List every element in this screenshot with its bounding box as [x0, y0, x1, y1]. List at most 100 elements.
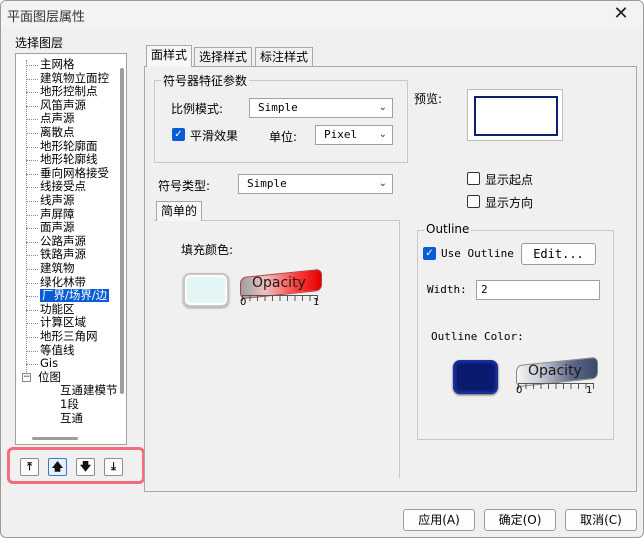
fill-opacity-ticks [242, 295, 318, 301]
use-outline-checkbox[interactable]: ✓ [423, 247, 436, 260]
symbol-type-select[interactable]: Simple ⌄ [238, 174, 393, 194]
tree-vertical-scrollbar[interactable] [120, 68, 124, 394]
layer-tree-item[interactable]: 线声源 [40, 194, 75, 207]
outline-opacity-min: 0 [516, 385, 523, 396]
use-outline-label: Use Outline [441, 247, 514, 260]
scale-mode-select[interactable]: Simple ⌄ [249, 98, 393, 118]
move-bottom-icon: ⤓ [111, 460, 116, 473]
layer-tree-item[interactable]: 1段 [60, 398, 79, 411]
layer-tree-item[interactable]: 绿化林带 [40, 275, 86, 289]
outline-edit-button[interactable]: Edit... [521, 243, 596, 265]
tree-connector [26, 105, 38, 107]
move-bottom-button[interactable]: ⤓ [104, 458, 123, 476]
tree-connector [26, 228, 38, 230]
ok-button[interactable]: 确定(O) [484, 509, 556, 531]
tree-connector [26, 255, 38, 257]
chevron-down-icon: ⌄ [378, 102, 387, 113]
collapse-icon[interactable]: − [22, 372, 31, 382]
symbol-type-label: 符号类型: [158, 179, 211, 193]
fill-opacity-slider[interactable]: Opacity 0 1 [240, 268, 322, 308]
tab-label-style[interactable]: 标注样式 [255, 47, 314, 67]
outline-opacity-text: Opacity [528, 363, 582, 379]
smooth-checkbox[interactable]: ✓ [172, 128, 185, 141]
tab-face-style[interactable]: 面样式 [146, 45, 193, 67]
unit-label: 单位: [269, 130, 298, 144]
tab-simple[interactable]: 简单的 [156, 201, 203, 221]
layer-tree-item[interactable]: 铁路声源 [40, 248, 86, 261]
cancel-button[interactable]: 取消(C) [565, 509, 637, 531]
symbol-type-value: Simple [247, 177, 287, 190]
show-direction-checkbox[interactable] [467, 195, 480, 208]
layer-tree-item[interactable]: 公路声源 [40, 234, 86, 248]
unit-value: Pixel [324, 128, 358, 141]
tree-connector [26, 337, 38, 338]
layer-tree-item[interactable]: 面声源 [40, 221, 75, 234]
width-input[interactable]: 2 [476, 280, 600, 300]
move-top-button[interactable]: ⤒ [20, 458, 39, 476]
tree-connector [26, 201, 38, 202]
tree-connector [26, 350, 38, 352]
layer-tree-item[interactable]: 位图 [38, 370, 61, 384]
scale-mode-label: 比例模式: [171, 102, 224, 116]
preview-box [467, 89, 563, 141]
unit-select[interactable]: Pixel ⌄ [315, 125, 393, 145]
tree-connector [26, 214, 38, 216]
tree-connector [26, 119, 38, 121]
tab-select-style[interactable]: 选择样式 [194, 47, 253, 67]
layer-tree-item[interactable]: 地形轮廓线 [40, 153, 98, 166]
move-up-button[interactable]: 🡅 [48, 458, 67, 476]
outline-opacity-slider[interactable]: Opacity 0 1 [516, 356, 598, 396]
layer-tree-item[interactable]: 互通建模节 [60, 384, 118, 397]
layer-tree-item[interactable]: 建筑物立面控 [40, 71, 109, 85]
show-start-label: 显示起点 [485, 173, 534, 187]
symbol-params-title: 符号器特征参数 [161, 72, 250, 89]
window-title: 平面图层属性 [7, 10, 86, 25]
outline-color-swatch[interactable] [453, 360, 498, 394]
close-icon[interactable]: ✕ [599, 1, 643, 29]
tree-connector-lines [26, 60, 40, 376]
layer-tree-item[interactable]: 建筑物 [40, 262, 75, 275]
width-label: Width: [427, 283, 467, 296]
layer-tree-item[interactable]: 线接受点 [40, 180, 86, 193]
layer-tree-item[interactable]: 厂界/场界/边 [40, 289, 110, 303]
layer-tree-item[interactable]: 地形轮廓面 [40, 139, 98, 153]
apply-button[interactable]: 应用(A) [403, 509, 475, 531]
symbol-params-group: 符号器特征参数 [154, 72, 408, 163]
fill-opacity-text: Opacity [252, 275, 306, 291]
layer-tree[interactable]: 主网格 建筑物立面控 地形控制点 风笛声源 点声源 离散点 地形轮廓面 地形轮廓线 垂向网格接受… [15, 53, 127, 445]
layer-tree-item[interactable]: 声屏障 [40, 207, 75, 221]
layer-tree-item[interactable]: 风笛声源 [40, 98, 86, 112]
title-bar: 平面图层属性 ✕ [1, 1, 643, 29]
layer-tree-item[interactable]: 地形控制点 [40, 85, 98, 98]
tree-connector [26, 269, 38, 270]
outline-opacity-ticks [518, 383, 594, 389]
preview-swatch [474, 96, 558, 136]
preview-label: 预览: [414, 92, 443, 106]
smooth-label: 平滑效果 [190, 129, 239, 143]
tree-horizontal-scrollbar[interactable] [32, 437, 78, 440]
move-down-button[interactable]: 🡇 [76, 458, 95, 476]
layer-tree-item[interactable]: 垂向网格接受 [40, 166, 109, 180]
layer-tree-item[interactable]: 功能区 [40, 302, 75, 316]
layer-tree-item[interactable]: Gis [40, 357, 58, 370]
tree-connector [26, 187, 38, 189]
layer-tree-item[interactable]: 互通 [60, 411, 83, 425]
layer-tree-item[interactable]: 计算区域 [40, 316, 86, 329]
layer-tree-item[interactable]: 主网格 [40, 58, 75, 71]
fill-color-swatch[interactable] [183, 273, 229, 307]
tree-connector [26, 309, 38, 311]
tree-connector [26, 78, 38, 80]
move-top-icon: ⤒ [27, 460, 32, 473]
layer-tree-item[interactable]: 等值线 [40, 343, 75, 357]
layer-tree-item[interactable]: 离散点 [40, 126, 75, 139]
tree-connector [26, 133, 38, 134]
layer-select-label: 选择图层 [15, 36, 64, 50]
fill-opacity-max: 1 [313, 297, 320, 308]
tree-connector [26, 323, 38, 325]
layer-tree-item[interactable]: 点声源 [40, 112, 75, 125]
show-start-checkbox[interactable] [467, 172, 480, 185]
layer-tree-item[interactable]: 地形三角网 [40, 330, 98, 343]
move-up-icon: 🡅 [51, 460, 64, 473]
tree-connector [26, 173, 38, 175]
layer-move-toolbar: ⤒ 🡅 🡇 ⤓ [7, 447, 145, 484]
